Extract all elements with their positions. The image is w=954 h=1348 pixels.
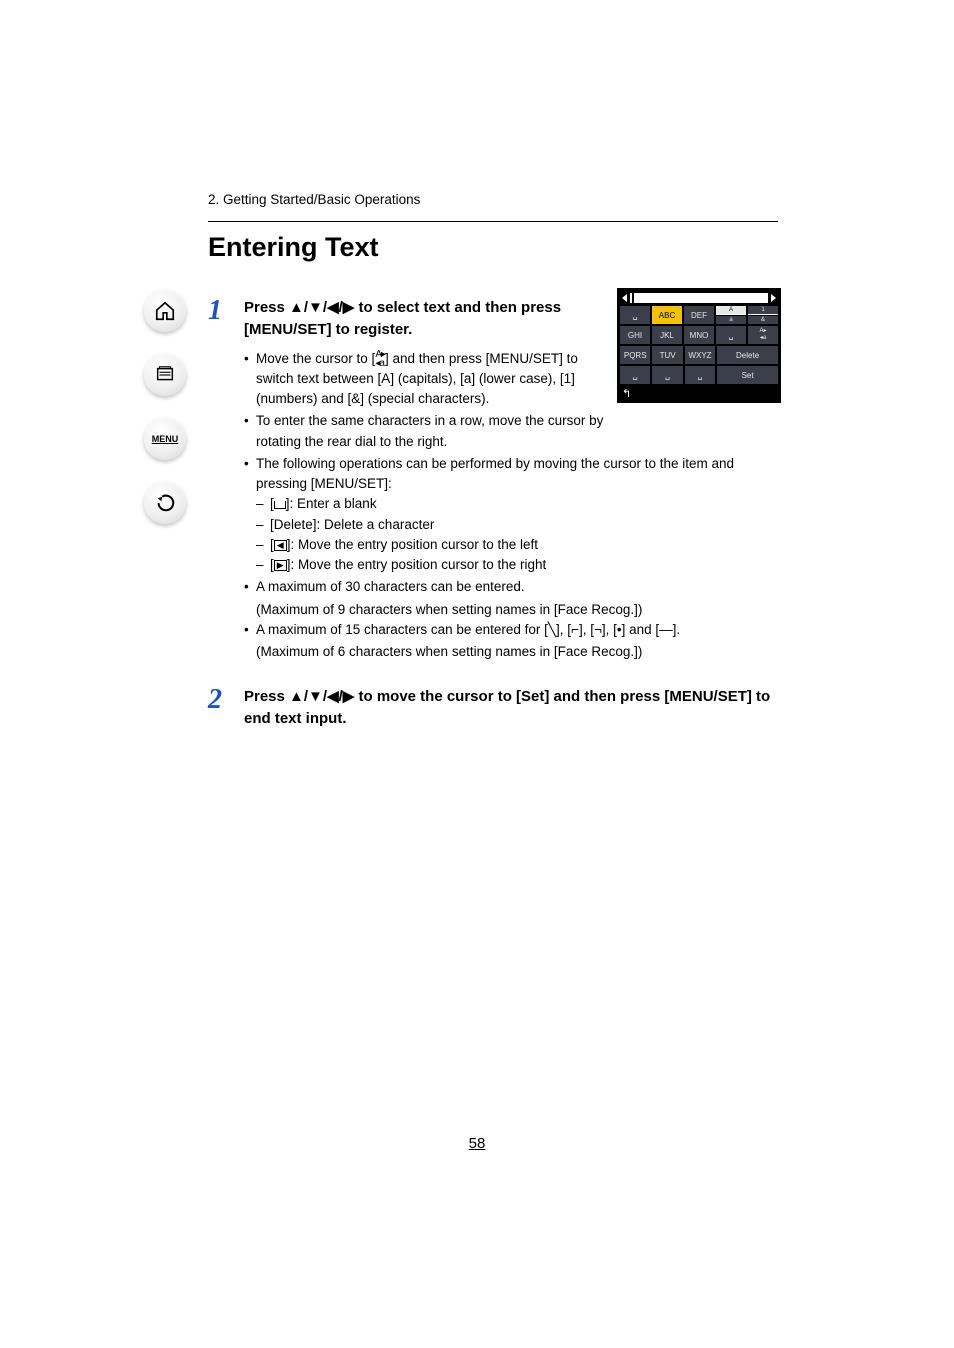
- breadcrumb: 2. Getting Started/Basic Operations: [208, 192, 778, 207]
- layers-button[interactable]: [144, 354, 186, 396]
- step-1-heading-pre: Press: [244, 299, 289, 316]
- text-cursor-field: [630, 293, 768, 303]
- slash-icon: ╲: [548, 622, 556, 637]
- step-1-heading: Press ▲/▼/◀/▶ to select text and then pr…: [244, 297, 604, 341]
- page-title: Entering Text: [208, 232, 778, 263]
- step-1-bullets-2: A maximum of 15 characters can be entere…: [244, 620, 778, 640]
- kbd-mode-1-amp: 1 &: [748, 306, 778, 324]
- case-switch-icon: A▸◂a: [375, 350, 385, 368]
- kbd-cursor-bar: [620, 291, 778, 306]
- bullet-max-30: A maximum of 30 characters can be entere…: [244, 577, 778, 597]
- kbd-key: JKL: [652, 326, 682, 344]
- kbd-key: ␣: [620, 306, 650, 324]
- kbd-mode-A-a: A a: [716, 306, 746, 324]
- step-2-heading-pre: Press: [244, 688, 289, 705]
- kbd-key-delete: Delete: [717, 346, 778, 364]
- onscreen-keyboard-figure: ␣ ABC DEF A a 1 & GHI JKL MNO ␣ A▸◂a PQR…: [617, 288, 781, 403]
- cursor-left-icon: [622, 294, 627, 302]
- bullet-operations: The following operations can be performe…: [244, 454, 778, 576]
- left-arrow-icon: ◀: [274, 540, 287, 551]
- back-button[interactable]: [144, 482, 186, 524]
- step-2: 2 Press ▲/▼/◀/▶ to move the cursor to [S…: [208, 686, 778, 738]
- main-content: 2. Getting Started/Basic Operations Ente…: [208, 192, 778, 738]
- cursor-right-icon: [771, 294, 776, 302]
- kbd-key: WXYZ: [685, 346, 715, 364]
- kbd-key: MNO: [684, 326, 714, 344]
- subop-right: [▶]: Move the entry position cursor to t…: [256, 555, 778, 575]
- back-icon: [154, 492, 176, 514]
- kbd-key: ␣: [652, 366, 682, 384]
- bullet-switch-text: Move the cursor to [A▸◂a] and then press…: [244, 349, 616, 410]
- right-arrow-icon: ▶: [274, 560, 287, 571]
- layers-icon: [154, 364, 176, 386]
- kbd-key: DEF: [684, 306, 714, 324]
- bracket-icon-1: ⌐: [571, 622, 579, 637]
- blank-icon: [274, 501, 286, 509]
- home-icon: [154, 300, 176, 322]
- bracket-icon-2: ⌐: [594, 620, 602, 640]
- kbd-key-set: Set: [717, 366, 778, 384]
- kbd-key: ␣: [685, 366, 715, 384]
- sidebar-nav: MENU: [140, 290, 190, 524]
- home-button[interactable]: [144, 290, 186, 332]
- step-number: 2: [208, 686, 230, 738]
- menu-label: MENU: [152, 434, 179, 444]
- b1-pre: Move the cursor to [: [256, 351, 375, 366]
- return-icon: ↰: [622, 387, 631, 400]
- dash-icon: —: [659, 622, 673, 637]
- kbd-key: PQRS: [620, 346, 650, 364]
- kbd-key: GHI: [620, 326, 650, 344]
- b3-text: The following operations can be performe…: [256, 456, 734, 491]
- subop-blank: []: Enter a blank: [256, 494, 778, 514]
- b4-l2: (Maximum of 9 characters when setting na…: [244, 600, 778, 620]
- arrow-icons: ▲/▼/◀/▶: [289, 299, 354, 316]
- arrow-icons: ▲/▼/◀/▶: [289, 688, 354, 705]
- kbd-key: ␣: [716, 326, 746, 344]
- page-number: 58: [0, 1135, 954, 1152]
- sub-operations: []: Enter a blank [Delete]: Delete a cha…: [256, 494, 778, 575]
- subop-left: [◀]: Move the entry position cursor to t…: [256, 535, 778, 555]
- kbd-key: TUV: [652, 346, 682, 364]
- step-2-heading: Press ▲/▼/◀/▶ to move the cursor to [Set…: [244, 686, 778, 730]
- kbd-key-selected: ABC: [652, 306, 682, 324]
- b4-l1: A maximum of 30 characters can be entere…: [256, 579, 525, 594]
- menu-button[interactable]: MENU: [144, 418, 186, 460]
- step-number: 1: [208, 297, 230, 662]
- divider: [208, 221, 778, 222]
- subop-delete: [Delete]: Delete a character: [256, 515, 778, 535]
- kbd-key-case: A▸◂a: [748, 326, 778, 344]
- b5-l2: (Maximum of 6 characters when setting na…: [244, 642, 778, 662]
- bullet-max-15: A maximum of 15 characters can be entere…: [244, 620, 778, 640]
- kbd-key: ␣: [620, 366, 650, 384]
- bullet-same-chars: To enter the same characters in a row, m…: [244, 411, 616, 452]
